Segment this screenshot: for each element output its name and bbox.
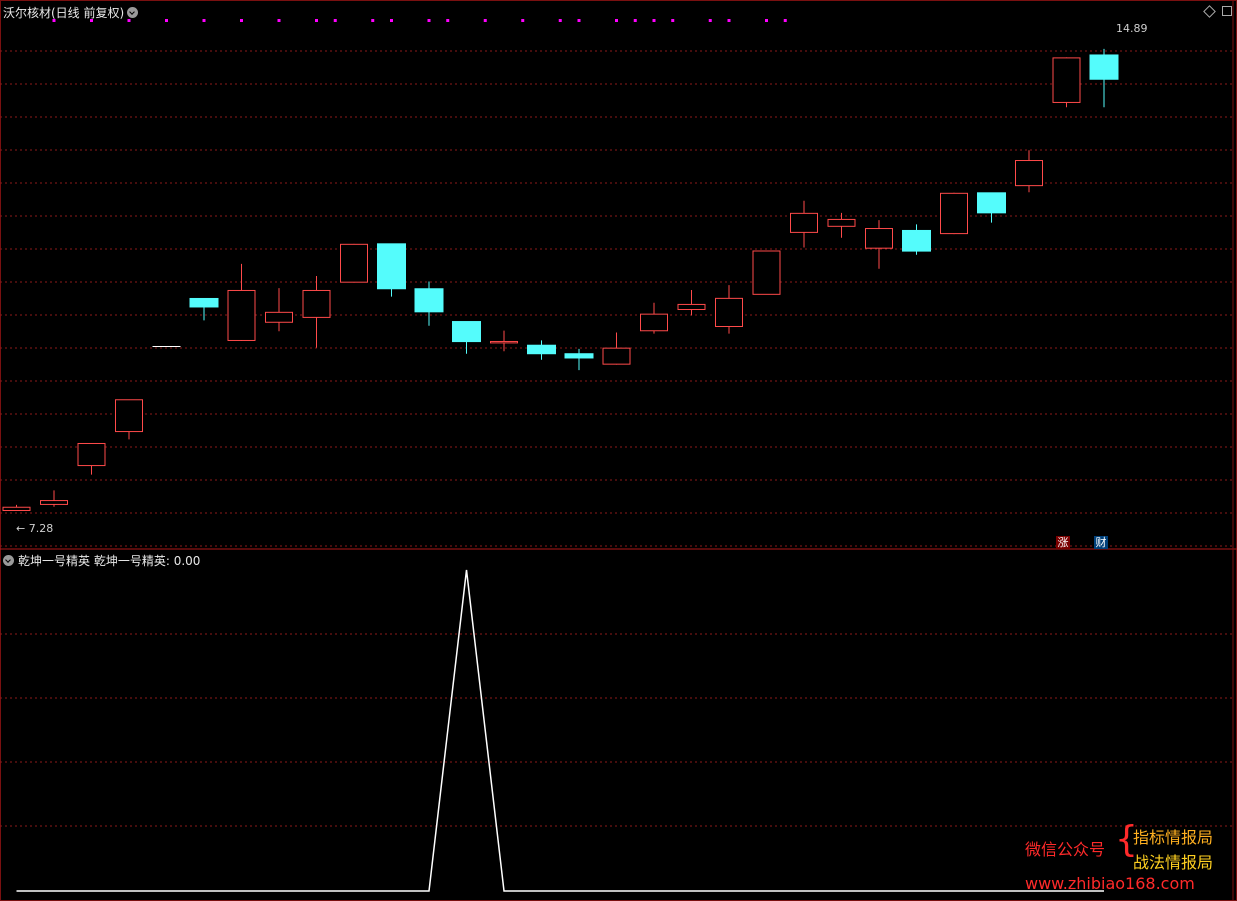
candle-body [790,212,818,233]
signal-marker [521,19,525,22]
low-price-label: ← 7.28 [16,522,54,535]
indicator-name: 乾坤一号精英 [18,554,91,568]
indicator-line [16,569,1104,892]
watermark-prefix: 微信公众号 [1025,840,1106,859]
candle-body [602,347,631,365]
candle-body [414,288,444,313]
candle-body [302,289,331,318]
arrow-left-icon: ← [16,522,26,535]
candle-body [564,353,594,359]
square-icon[interactable] [1222,6,1232,16]
chevron-down-icon[interactable] [127,7,139,18]
candle-body [2,506,31,511]
chart-window: 沃尔核材(日线 前复权) 14.89 ← 7.28 涨 财 乾坤一号精英 乾坤一… [0,0,1237,901]
candle-body [265,311,293,323]
candle-body [827,218,856,227]
chevron-down-icon[interactable] [3,555,14,566]
high-price-label: 14.89 [1116,22,1148,35]
watermark-line1: 指标情报局 [1133,828,1214,847]
candle-body [377,243,406,290]
candle-body [77,442,106,467]
candle-body [527,344,556,355]
signal-marker [783,19,787,22]
signal-marker [202,19,206,22]
zhang-badge[interactable]: 涨 [1056,536,1070,549]
candle-body [1015,160,1043,187]
chart-border [0,0,1237,901]
signal-marker [315,19,318,22]
chart-header: 沃尔核材(日线 前复权) [3,4,139,21]
signal-marker [240,19,243,22]
watermark-line2: 战法情报局 [1133,853,1214,872]
signal-marker [165,19,168,22]
signal-marker [765,19,768,22]
signal-marker [558,19,562,22]
signal-marker [371,19,375,22]
cai-badge[interactable]: 财 [1094,536,1108,549]
signal-marker [708,19,712,22]
signal-marker [652,19,656,22]
candle-body [227,289,256,341]
candle-body [977,192,1006,214]
signal-marker [427,19,431,22]
signal-marker [727,19,731,22]
signal-marker [615,19,618,22]
candle-body [490,340,518,344]
candle-body [940,192,968,235]
signal-marker [483,19,487,22]
watermark-url: www.zhibiao168.com [1025,874,1195,893]
candle-body [715,297,743,328]
candle-body [189,297,219,308]
candle-body [115,399,143,433]
signal-marker [277,19,281,22]
candle-body [752,250,781,295]
signal-marker [577,19,581,22]
candle-body [452,321,481,343]
signal-marker [671,19,675,22]
indicator-header: 乾坤一号精英 乾坤一号精英: 0.00 [3,552,200,569]
chart-title: 沃尔核材(日线 前复权) [3,6,125,20]
candle-body [865,228,893,249]
indicator-value: 乾坤一号精英: 0.00 [93,554,201,568]
candle-body [40,500,68,505]
signal-marker [333,19,337,22]
candle-body [340,243,368,283]
candle-body [1052,57,1081,103]
candle-body [677,303,706,311]
signal-marker [446,19,450,22]
candlestick-chart [0,0,1237,901]
candle-body [1089,54,1119,80]
candle-body [640,313,668,332]
signal-marker [633,19,637,22]
candle-body [902,229,931,252]
signal-marker [390,19,393,22]
